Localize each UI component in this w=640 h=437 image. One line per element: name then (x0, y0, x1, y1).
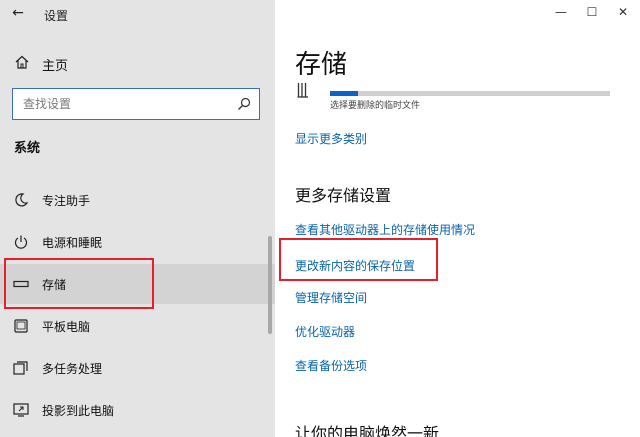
highlight-box-storage (4, 258, 154, 309)
search-input[interactable] (23, 95, 233, 113)
sidebar-item-label: 多任务处理 (42, 362, 103, 376)
sidebar-item-project[interactable]: 投影到此电脑 (0, 390, 275, 430)
search-icon[interactable] (237, 97, 251, 111)
sidebar-item-tablet[interactable]: 平板电脑 (0, 306, 275, 346)
tablet-icon (14, 319, 28, 333)
view-backup-options-link[interactable]: 查看备份选项 (295, 357, 367, 374)
sidebar-item-power-sleep[interactable]: 电源和睡眠 (0, 222, 275, 262)
sidebar-scrollbar[interactable] (268, 236, 272, 334)
sidebar-item-focus-assist[interactable]: 专注助手 (0, 180, 275, 220)
sidebar-item-label: 电源和睡眠 (42, 236, 103, 250)
back-button[interactable]: ← (8, 4, 28, 22)
sidebar-item-label: 平板电脑 (42, 320, 91, 334)
storage-progress-fill (330, 91, 358, 96)
project-icon (13, 403, 29, 417)
show-more-categories-link[interactable]: 显示更多类别 (295, 130, 367, 147)
minimize-button[interactable]: — (551, 4, 571, 20)
moon-icon (15, 193, 29, 207)
maximize-button[interactable]: ☐ (582, 4, 602, 20)
manage-storage-spaces-link[interactable]: 管理存储空间 (295, 289, 367, 306)
app-title: 设置 (44, 9, 69, 23)
bottom-section-heading: 让你的电脑焕然一新 (295, 424, 440, 437)
storage-progress-bar (330, 91, 610, 96)
multitask-icon (13, 361, 28, 375)
view-other-drives-link[interactable]: 查看其他驱动器上的存储使用情况 (295, 221, 475, 238)
home-icon (15, 55, 29, 69)
sidebar-item-label: 投影到此电脑 (42, 404, 115, 418)
sidebar-item-label: 专注助手 (42, 194, 91, 208)
section-label: 系统 (14, 141, 41, 156)
power-icon (14, 235, 28, 249)
temp-files-label[interactable]: 选择要删除的临时文件 (330, 98, 420, 111)
home-label: 主页 (42, 59, 69, 74)
optimize-drives-link[interactable]: 优化驱动器 (295, 323, 355, 340)
highlight-box-save-location (279, 238, 438, 281)
search-box[interactable] (12, 88, 260, 120)
home-nav-item[interactable]: 主页 (0, 50, 275, 78)
page-title: 存储 (295, 50, 348, 80)
sidebar: ← 设置 主页 系统 专注助手 电源和睡眠 存储 (0, 0, 275, 437)
sidebar-item-multitasking[interactable]: 多任务处理 (0, 348, 275, 388)
storage-drive-icon (297, 83, 308, 98)
main-content: — ☐ ✕ 存储 选择要删除的临时文件 显示更多类别 更多存储设置 查看其他驱动… (275, 0, 640, 437)
more-storage-settings-heading: 更多存储设置 (295, 186, 392, 205)
close-button[interactable]: ✕ (613, 4, 633, 20)
